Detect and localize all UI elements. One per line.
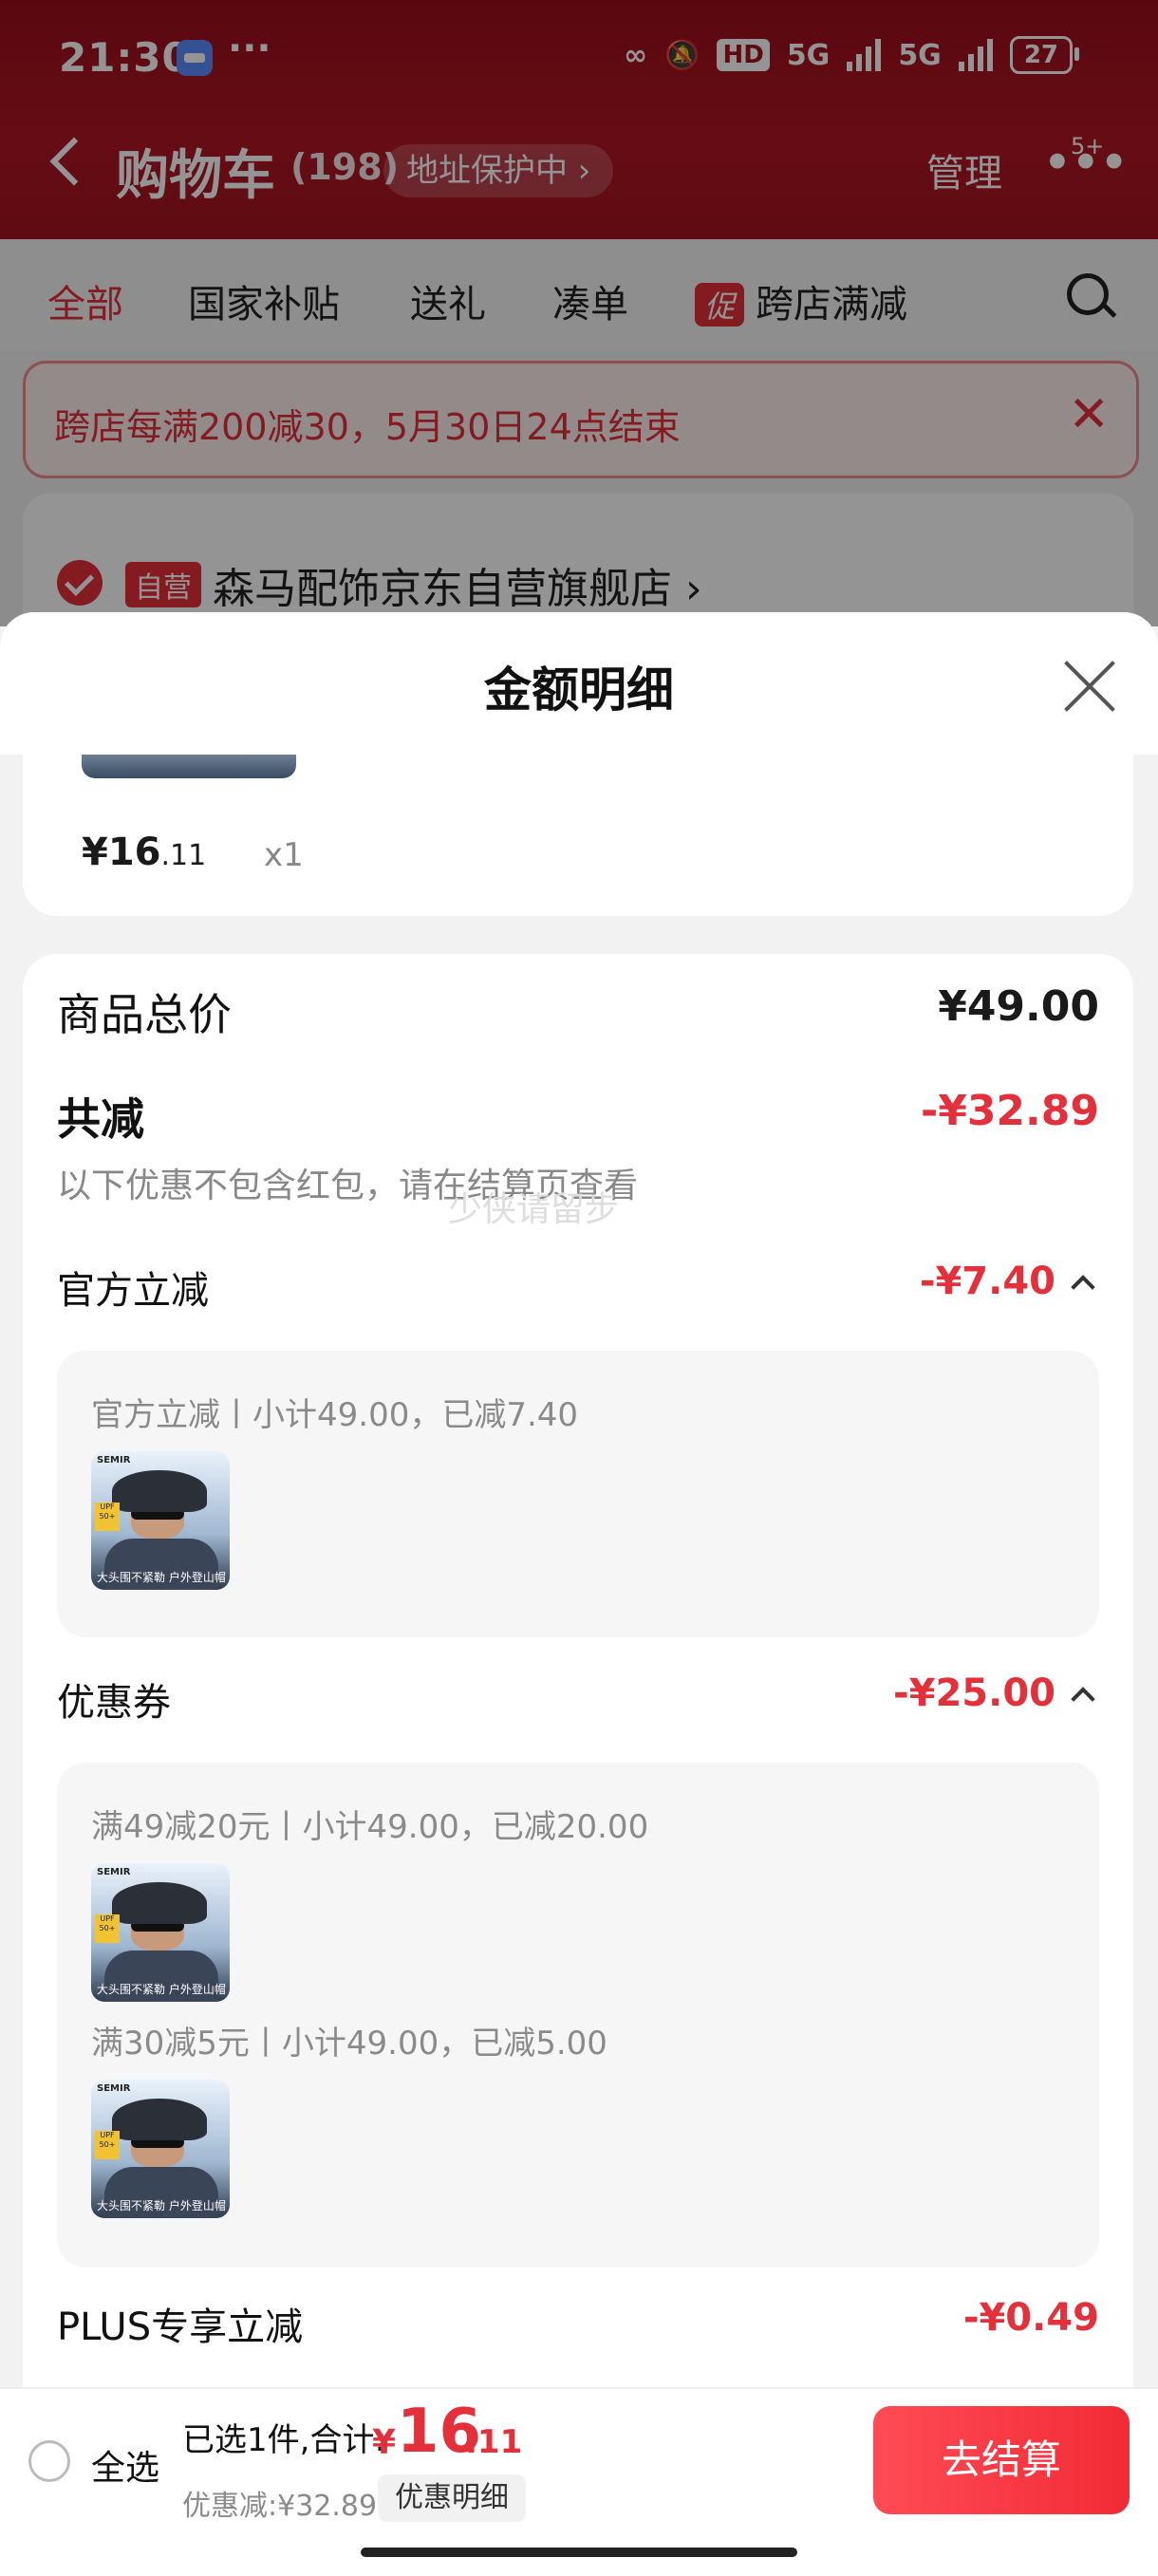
goods-total-label: 商品总价 — [57, 989, 232, 1040]
cart-item-card: ¥16.11 x1 — [23, 755, 1133, 916]
watermark-text: 少侠请留步 — [448, 1190, 620, 1229]
total-currency: ¥ — [372, 2423, 397, 2462]
saved-amount: 优惠减:¥32.89 — [182, 2490, 378, 2523]
amount-detail-sheet: 金额明细 ¥16.11 x1 商品总价 ¥49.00 共减 -¥32.89 以下… — [0, 612, 1158, 2387]
goods-total-value: ¥49.00 — [938, 982, 1099, 1031]
sheet-title: 金额明细 — [484, 663, 674, 718]
selected-summary: 已选1件,合计: — [182, 2421, 385, 2459]
item-quantity: x1 — [264, 836, 304, 874]
coupon-line-2: 满30减5元丨小计49.00，已减5.00 — [91, 2025, 607, 2063]
official-discount-panel: 官方立减丨小计49.00，已减7.40 SEMIR UPF 50+ 大头围不紧勒… — [57, 1351, 1099, 1637]
discount-detail-button[interactable]: 优惠明细 — [378, 2474, 526, 2522]
select-all-checkbox[interactable] — [28, 2440, 70, 2482]
official-discount-value[interactable]: -¥7.40 — [920, 1260, 1055, 1303]
official-discount-line: 官方立减丨小计49.00，已减7.40 — [91, 1396, 579, 1434]
product-thumbnail: SEMIR UPF 50+ 大头围不紧勒 户外登山帽 — [91, 1863, 230, 2002]
total-discount-label: 共减 — [57, 1093, 144, 1145]
chevron-up-icon[interactable] — [1071, 1275, 1095, 1299]
checkout-button[interactable]: 去结算 — [873, 2406, 1130, 2514]
coupon-line-1: 满49减20元丨小计49.00，已减20.00 — [91, 1808, 649, 1846]
sheet-header: 金额明细 — [0, 612, 1158, 755]
chevron-up-icon[interactable] — [1071, 1687, 1095, 1711]
official-discount-label: 官方立减 — [57, 1269, 209, 1313]
close-icon[interactable] — [1061, 658, 1118, 715]
plus-discount-value: -¥0.49 — [962, 2296, 1099, 2340]
coupon-panel: 满49减20元丨小计49.00，已减20.00 SEMIR UPF 50+ 大头… — [57, 1763, 1099, 2268]
plus-discount-label: PLUS专享立减 — [57, 2305, 304, 2349]
select-all-label[interactable]: 全选 — [91, 2440, 159, 2490]
price-breakdown-card: 商品总价 ¥49.00 共减 -¥32.89 以下优惠不包含红包，请在结算页查看… — [23, 954, 1133, 2387]
item-price: ¥16.11 — [82, 831, 207, 874]
product-thumbnail-peek — [82, 755, 296, 778]
product-thumbnail: SEMIR UPF 50+ 大头围不紧勒 户外登山帽 — [91, 1451, 230, 1590]
total-discount-value: -¥32.89 — [920, 1087, 1099, 1135]
total-amount-decimal: .11 — [465, 2423, 523, 2461]
product-thumbnail: SEMIR UPF 50+ 大头围不紧勒 户外登山帽 — [91, 2080, 230, 2218]
coupon-value[interactable]: -¥25.00 — [893, 1671, 1055, 1715]
home-indicator[interactable] — [361, 2548, 797, 2557]
modal-overlay[interactable] — [0, 0, 1158, 626]
coupon-label: 优惠券 — [57, 1681, 171, 1725]
